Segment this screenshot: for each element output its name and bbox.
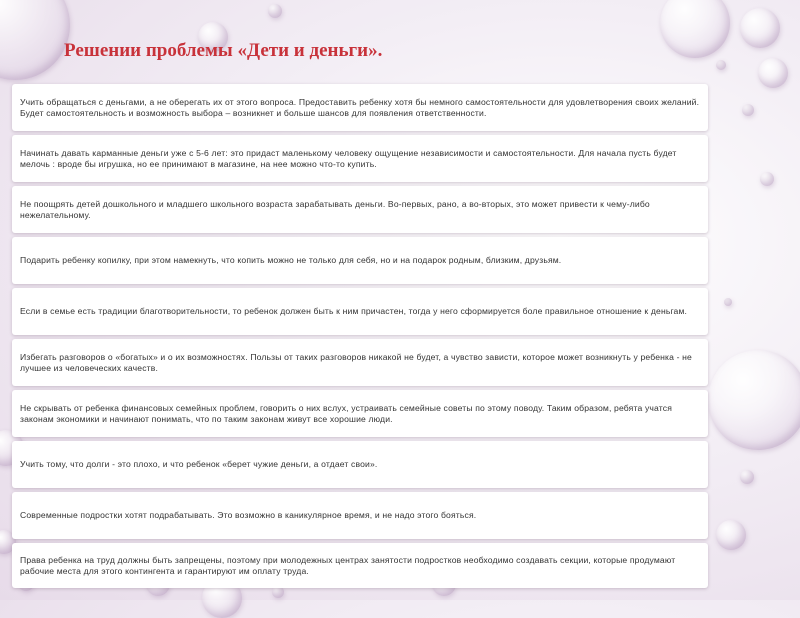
list-item: Не поощрять детей дошкольного и младшего…	[12, 186, 708, 233]
decorative-bubble	[0, 0, 70, 80]
decorative-bubble	[268, 4, 282, 18]
list-item: Подарить ребенку копилку, при этом намек…	[12, 237, 708, 284]
list-item: Учить тому, что долги - это плохо, и что…	[12, 441, 708, 488]
decorative-bubble	[740, 8, 780, 48]
decorative-bubble	[740, 470, 754, 484]
list-item: Не скрывать от ребенка финансовых семейн…	[12, 390, 708, 437]
list-item: Начинать давать карманные деньги уже с 5…	[12, 135, 708, 182]
page-title: Решении проблемы «Дети и деньги».	[64, 40, 383, 61]
decorative-bubble	[758, 58, 788, 88]
list-item: Если в семье есть традиции благотворител…	[12, 288, 708, 335]
decorative-bubble	[708, 350, 800, 450]
advice-list: Учить обращаться с деньгами, а не оберег…	[12, 84, 708, 592]
list-item: Избегать разговоров о «богатых» и о их в…	[12, 339, 708, 386]
list-item: Права ребенка на труд должны быть запрещ…	[12, 543, 708, 588]
decorative-bubble	[760, 172, 774, 186]
list-item: Современные подростки хотят подрабатыват…	[12, 492, 708, 539]
decorative-bubble	[716, 520, 746, 550]
decorative-bubble	[724, 298, 732, 306]
list-item: Учить обращаться с деньгами, а не оберег…	[12, 84, 708, 131]
decorative-bubble	[742, 104, 754, 116]
decorative-bubble	[660, 0, 730, 58]
decorative-bubble	[716, 60, 726, 70]
